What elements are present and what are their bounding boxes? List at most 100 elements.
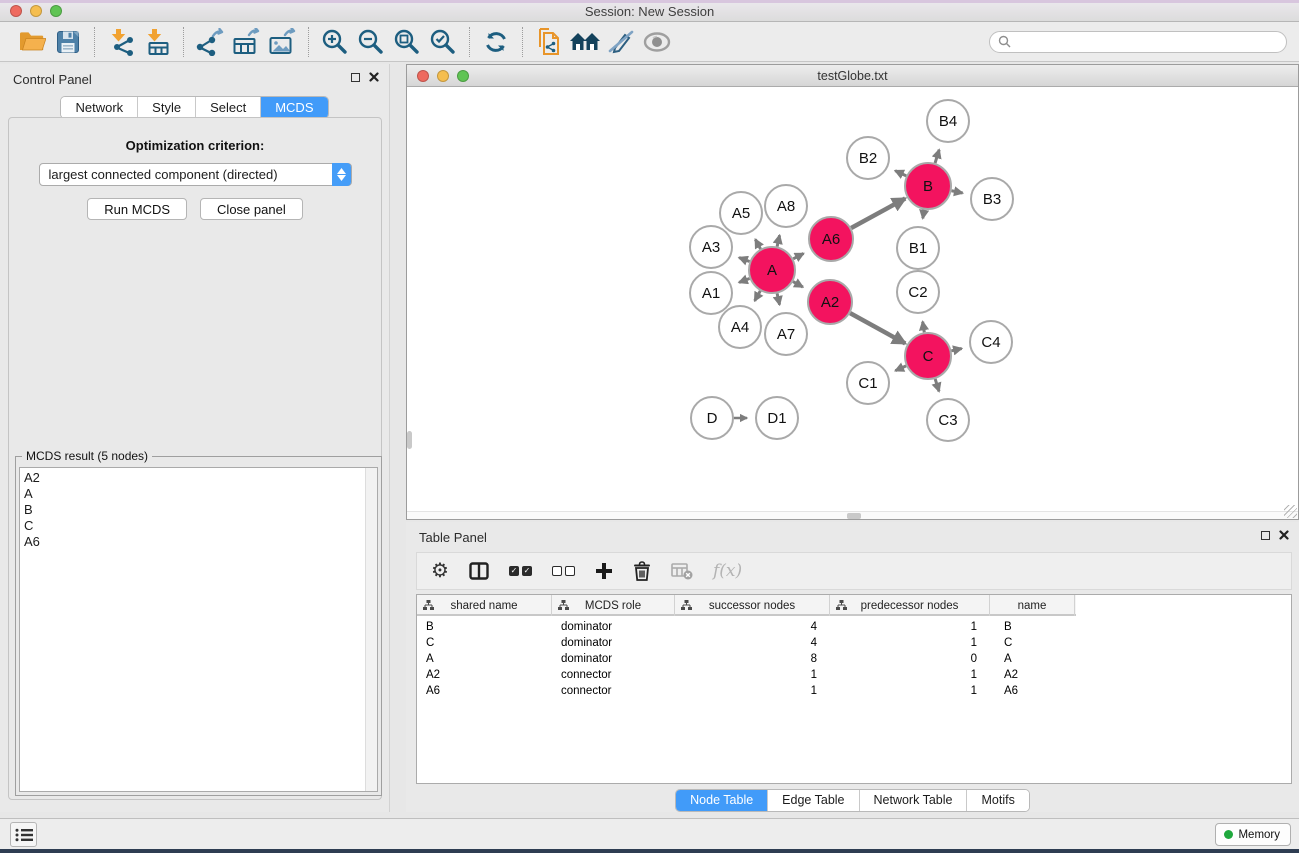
import-network-icon[interactable]: [103, 25, 139, 59]
graph-edge-B-B3[interactable]: [952, 191, 963, 193]
graph-edge-C-C1[interactable]: [895, 366, 906, 371]
create-column-icon[interactable]: [595, 562, 613, 580]
tab-network[interactable]: Network: [61, 97, 137, 118]
column-type-icon: [681, 600, 692, 610]
graph-edge-A-A4[interactable]: [755, 291, 761, 301]
mcds-result-item[interactable]: A6: [20, 534, 377, 550]
graph-edge-A-A7[interactable]: [777, 293, 779, 304]
graph-node-label: B4: [939, 113, 957, 130]
mcds-result-item[interactable]: C: [20, 518, 377, 534]
save-session-icon[interactable]: [50, 25, 86, 59]
mcds-result-groupbox: MCDS result (5 nodes) A2ABCA6: [15, 456, 382, 796]
window-title: Session: New Session: [0, 4, 1299, 19]
graph-edge-B-B4[interactable]: [935, 150, 939, 163]
list-scrollbar[interactable]: [365, 468, 377, 791]
graph-edge-A6-B[interactable]: [851, 198, 905, 228]
cybrowser-home-icon[interactable]: [567, 25, 603, 59]
float-table-panel-icon[interactable]: [1261, 531, 1270, 540]
main-toolbar: [0, 22, 1299, 62]
graph-edge-A-A5[interactable]: [755, 239, 760, 249]
graph-edge-A-A8[interactable]: [777, 235, 779, 246]
graph-node-label: C3: [938, 412, 957, 429]
table-panel-tabs: Node Table Edge Table Network Table Moti…: [675, 789, 1030, 812]
memory-button[interactable]: Memory: [1215, 823, 1291, 846]
table-row[interactable]: A2connector11A2: [417, 667, 1291, 683]
new-network-from-selection-icon[interactable]: [531, 25, 567, 59]
column-header-successor-nodes[interactable]: successor nodes: [675, 595, 830, 616]
hide-annotations-icon[interactable]: [603, 25, 639, 59]
zoom-fit-icon[interactable]: [389, 25, 425, 59]
zoom-out-icon[interactable]: [353, 25, 389, 59]
window-resize-grip[interactable]: [1284, 505, 1297, 518]
zoom-in-icon[interactable]: [317, 25, 353, 59]
canvas-horizontal-scrollbar[interactable]: [847, 513, 861, 519]
mcds-result-item[interactable]: A: [20, 486, 377, 502]
application-window: Session: New Session: [0, 0, 1299, 853]
export-table-icon[interactable]: [228, 25, 264, 59]
column-header-name[interactable]: name: [990, 595, 1075, 616]
table-row[interactable]: A6connector11A6: [417, 683, 1291, 699]
column-header-predecessor-nodes[interactable]: predecessor nodes: [830, 595, 990, 616]
tab-mcds[interactable]: MCDS: [260, 97, 327, 118]
show-graphics-details-icon[interactable]: [639, 25, 675, 59]
tab-style[interactable]: Style: [137, 97, 195, 118]
graph-edge-A-A6[interactable]: [793, 253, 803, 258]
table-options-gear-icon[interactable]: ⚙: [431, 561, 449, 581]
show-columns-icon[interactable]: [469, 562, 489, 580]
network-window-title: testGlobe.txt: [407, 69, 1298, 83]
tab-select[interactable]: Select: [195, 97, 260, 118]
task-history-button[interactable]: [10, 822, 37, 847]
delete-columns-icon[interactable]: [633, 561, 651, 581]
network-window-titlebar[interactable]: testGlobe.txt: [407, 65, 1298, 87]
search-input[interactable]: [1016, 35, 1278, 49]
graph-edge-C-C3[interactable]: [935, 379, 939, 391]
graph-edge-A2-C[interactable]: [850, 313, 905, 343]
search-box[interactable]: [989, 31, 1287, 53]
node-table[interactable]: shared name MCDS role successor nodes pr…: [416, 594, 1292, 784]
close-table-panel-icon[interactable]: [1279, 530, 1289, 540]
delete-table-icon[interactable]: [671, 563, 693, 580]
network-canvas[interactable]: ABCA6A2A1A3A4A5A7A8B1B2B3B4C1C2C3C4DD1: [407, 87, 1298, 511]
zoom-selected-icon[interactable]: [425, 25, 461, 59]
import-table-icon[interactable]: [139, 25, 175, 59]
export-network-icon[interactable]: [192, 25, 228, 59]
control-panel: Control Panel Network Style Select MCDS …: [0, 64, 390, 812]
select-all-checkboxes-icon[interactable]: ✓ ✓: [509, 566, 532, 576]
tab-motifs[interactable]: Motifs: [966, 790, 1028, 811]
mcds-result-item[interactable]: A2: [20, 470, 377, 486]
deselect-all-checkboxes-icon[interactable]: [552, 566, 575, 576]
tab-node-table[interactable]: Node Table: [676, 790, 767, 811]
graph-node-label: A8: [777, 198, 795, 215]
criterion-select[interactable]: largest connected component (directed): [39, 163, 352, 186]
run-mcds-button[interactable]: Run MCDS: [87, 198, 187, 220]
graph-edge-B-B1[interactable]: [923, 210, 924, 219]
graph-edge-A-A1[interactable]: [739, 278, 749, 282]
close-panel-button[interactable]: Close panel: [200, 198, 303, 220]
graph-node-label: A1: [702, 285, 720, 302]
mcds-result-item[interactable]: B: [20, 502, 377, 518]
apply-layout-icon[interactable]: [478, 25, 514, 59]
column-header-mcds-role[interactable]: MCDS role: [552, 595, 675, 616]
graph-edge-C-C2[interactable]: [923, 322, 925, 333]
graph-edge-B-B2[interactable]: [895, 171, 906, 176]
tab-network-table[interactable]: Network Table: [859, 790, 967, 811]
canvas-vertical-scrollbar[interactable]: [407, 431, 412, 449]
column-header-shared-name[interactable]: shared name: [417, 595, 552, 616]
float-panel-icon[interactable]: [351, 73, 360, 82]
table-row[interactable]: Adominator80A: [417, 651, 1291, 667]
tab-edge-table[interactable]: Edge Table: [767, 790, 858, 811]
canvas-horizontal-scroll-track[interactable]: [407, 511, 1298, 519]
graph-node-label: C4: [981, 334, 1000, 351]
function-builder-icon[interactable]: f(x): [713, 561, 742, 581]
graph-edge-A-A2[interactable]: [793, 282, 803, 287]
table-cell: dominator: [552, 621, 675, 633]
export-image-icon[interactable]: [264, 25, 300, 59]
table-row[interactable]: Bdominator41B: [417, 619, 1291, 635]
close-panel-icon[interactable]: [369, 72, 379, 82]
open-session-icon[interactable]: [14, 25, 50, 59]
graph-edge-C-C4[interactable]: [951, 349, 961, 351]
network-graph: ABCA6A2A1A3A4A5A7A8B1B2B3B4C1C2C3C4DD1: [407, 87, 1298, 511]
mcds-result-list[interactable]: A2ABCA6: [19, 467, 378, 792]
table-row[interactable]: Cdominator41C: [417, 635, 1291, 651]
graph-edge-A-A3[interactable]: [739, 258, 749, 262]
